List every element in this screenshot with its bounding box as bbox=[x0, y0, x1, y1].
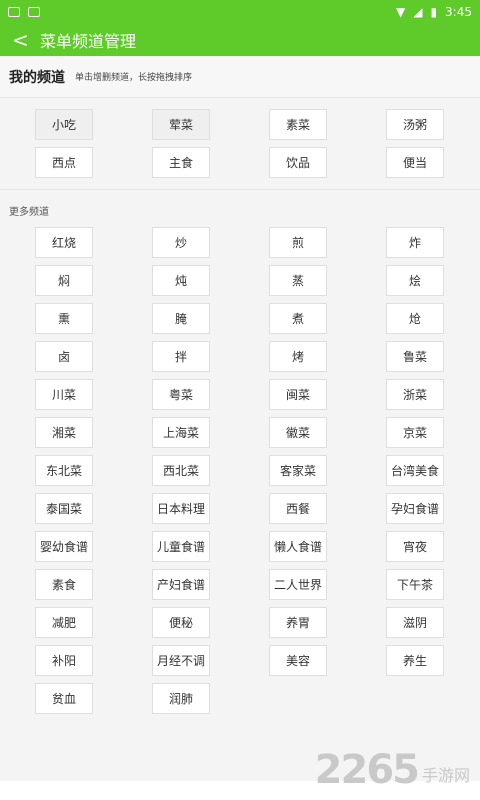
status-left bbox=[8, 7, 40, 17]
status-bar: ▼ ◢ ▮ 3:45 bbox=[0, 0, 480, 24]
my-chip[interactable]: 小吃 bbox=[35, 109, 93, 140]
my-chip[interactable]: 西点 bbox=[35, 147, 93, 178]
status-time: 3:45 bbox=[445, 5, 472, 19]
more-chip[interactable]: 卤 bbox=[35, 341, 93, 372]
my-chip[interactable]: 素菜 bbox=[269, 109, 327, 140]
more-chip[interactable]: 宵夜 bbox=[386, 531, 444, 562]
more-chip[interactable]: 润肺 bbox=[152, 683, 210, 714]
more-chip[interactable]: 浙菜 bbox=[386, 379, 444, 410]
more-chip[interactable]: 烩 bbox=[386, 265, 444, 296]
more-chip[interactable]: 蒸 bbox=[269, 265, 327, 296]
watermark-text: 手游网 bbox=[421, 766, 470, 785]
more-chip[interactable]: 懒人食谱 bbox=[269, 531, 327, 562]
battery-icon: ▮ bbox=[430, 5, 438, 19]
my-chip[interactable]: 饮品 bbox=[269, 147, 327, 178]
more-chip[interactable]: 日本料理 bbox=[152, 493, 210, 524]
more-channels-label: 更多频道 bbox=[9, 207, 49, 218]
page-title: 菜单频道管理 bbox=[40, 32, 137, 51]
back-arrow-icon[interactable]: < bbox=[12, 30, 34, 50]
my-chip[interactable]: 主食 bbox=[152, 147, 210, 178]
my-channels-title: 我的频道 bbox=[9, 69, 65, 86]
more-chip[interactable]: 炸 bbox=[386, 227, 444, 258]
more-chip[interactable]: 熏 bbox=[35, 303, 93, 334]
more-chip[interactable]: 素食 bbox=[35, 569, 93, 600]
more-chip[interactable]: 湘菜 bbox=[35, 417, 93, 448]
my-chip[interactable]: 便当 bbox=[386, 147, 444, 178]
more-chip[interactable]: 川菜 bbox=[35, 379, 93, 410]
more-chip[interactable]: 西北菜 bbox=[152, 455, 210, 486]
more-chip[interactable]: 泰国菜 bbox=[35, 493, 93, 524]
more-channels-grid: 红烧 炒 煎 炸焖 炖 蒸 烩熏 腌 煮 炝卤 拌 烤 鲁菜川菜 粤菜 闽菜 浙菜湘菜 上海菜 徽菜 京菜东北菜 西北… bbox=[0, 218, 480, 734]
content: 我的频道 单击增删频道，长按拖拽排序 小吃 荤菜 素菜 汤粥西点 主食 饮品 便当 更多频道… bbox=[0, 56, 480, 800]
more-chip[interactable]: 焖 bbox=[35, 265, 93, 296]
more-chip[interactable]: 客家菜 bbox=[269, 455, 327, 486]
my-chip[interactable]: 汤粥 bbox=[386, 109, 444, 140]
more-chip[interactable]: 儿童食谱 bbox=[152, 531, 210, 562]
my-channels-grid: 小吃 荤菜 素菜 汤粥西点 主食 饮品 便当 bbox=[0, 98, 480, 190]
more-chip[interactable]: 京菜 bbox=[386, 417, 444, 448]
more-chip[interactable]: 美容 bbox=[269, 645, 327, 676]
image-icon bbox=[8, 7, 20, 17]
more-chip[interactable]: 炒 bbox=[152, 227, 210, 258]
more-chip[interactable]: 腌 bbox=[152, 303, 210, 334]
more-chip[interactable]: 下午茶 bbox=[386, 569, 444, 600]
more-chip[interactable]: 红烧 bbox=[35, 227, 93, 258]
more-chip[interactable]: 产妇食谱 bbox=[152, 569, 210, 600]
more-chip[interactable]: 拌 bbox=[152, 341, 210, 372]
more-chip[interactable]: 便秘 bbox=[152, 607, 210, 638]
more-chip[interactable]: 东北菜 bbox=[35, 455, 93, 486]
my-channels-hint: 单击增删频道，长按拖拽排序 bbox=[75, 73, 193, 83]
more-chip[interactable]: 减肥 bbox=[35, 607, 93, 638]
more-chip[interactable]: 煮 bbox=[269, 303, 327, 334]
more-chip[interactable]: 养生 bbox=[386, 645, 444, 676]
more-chip[interactable]: 徽菜 bbox=[269, 417, 327, 448]
more-chip[interactable]: 炖 bbox=[152, 265, 210, 296]
more-chip[interactable]: 炝 bbox=[386, 303, 444, 334]
my-channels-header: 我的频道 单击增删频道，长按拖拽排序 bbox=[0, 56, 480, 98]
more-chip[interactable]: 台湾美食 bbox=[386, 455, 444, 486]
app-bar: < 菜单频道管理 bbox=[0, 24, 480, 56]
more-chip[interactable]: 滋阴 bbox=[386, 607, 444, 638]
more-chip[interactable]: 烤 bbox=[269, 341, 327, 372]
more-chip[interactable]: 西餐 bbox=[269, 493, 327, 524]
more-chip[interactable]: 上海菜 bbox=[152, 417, 210, 448]
more-chip[interactable]: 月经不调 bbox=[152, 645, 210, 676]
more-chip[interactable]: 鲁菜 bbox=[386, 341, 444, 372]
more-chip[interactable]: 婴幼食谱 bbox=[35, 531, 93, 562]
more-chip[interactable]: 闽菜 bbox=[269, 379, 327, 410]
status-right: ▼ ◢ ▮ 3:45 bbox=[396, 5, 472, 19]
signal-icon: ◢ bbox=[413, 5, 423, 19]
more-chip[interactable]: 补阳 bbox=[35, 645, 93, 676]
more-chip[interactable]: 贫血 bbox=[35, 683, 93, 714]
app-icon bbox=[28, 7, 40, 17]
wifi-icon: ▼ bbox=[395, 5, 406, 19]
more-chip[interactable]: 二人世界 bbox=[269, 569, 327, 600]
watermark: 2265 手游网 bbox=[315, 750, 470, 790]
more-chip[interactable]: 粤菜 bbox=[152, 379, 210, 410]
more-chip[interactable]: 孕妇食谱 bbox=[386, 493, 444, 524]
my-chip[interactable]: 荤菜 bbox=[152, 109, 210, 140]
more-chip[interactable]: 煎 bbox=[269, 227, 327, 258]
more-chip[interactable]: 养胃 bbox=[269, 607, 327, 638]
watermark-number: 2265 bbox=[314, 747, 420, 793]
